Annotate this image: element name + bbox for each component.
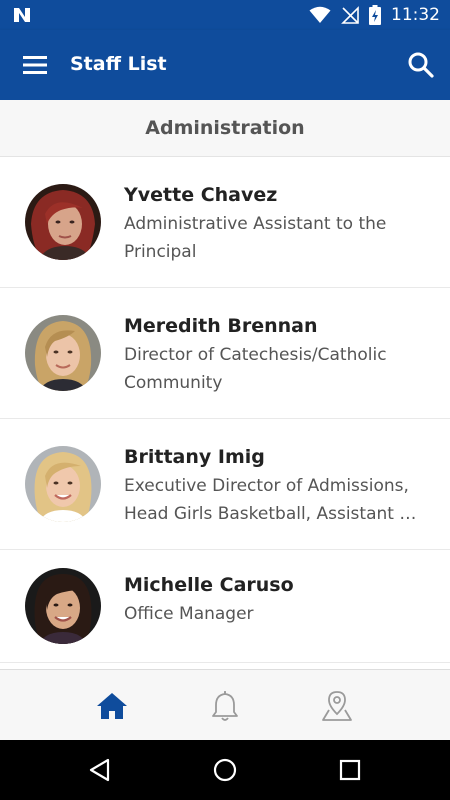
- staff-name: Yvette Chavez: [124, 184, 278, 206]
- bell-icon[interactable]: [207, 688, 243, 724]
- staff-role: Office Manager: [124, 600, 424, 628]
- staff-photo: [25, 315, 101, 391]
- avatar: [25, 446, 101, 522]
- section-header: Administration: [0, 100, 450, 157]
- page-title: Staff List: [70, 53, 167, 75]
- search-icon[interactable]: [406, 50, 436, 80]
- staff-role-line: Community: [124, 373, 223, 393]
- staff-name: Michelle Caruso: [124, 574, 294, 596]
- staff-role: Administrative Assistant to the Principa…: [124, 210, 424, 266]
- avatar: [25, 315, 101, 391]
- staff-role-line: Administrative Assistant to the: [124, 214, 387, 234]
- staff-name: Brittany Imig: [124, 446, 265, 468]
- staff-photo: [25, 568, 101, 644]
- status-bar: 11:32: [0, 0, 450, 30]
- home-circle-icon[interactable]: [211, 756, 239, 784]
- staff-list-screen: 11:32 Staff List Administration Yvette C…: [0, 0, 450, 800]
- wifi-icon: [309, 6, 331, 23]
- notification-n-icon: [14, 8, 30, 22]
- battery-charging-icon: [369, 5, 381, 25]
- avatar: [25, 184, 101, 260]
- map-pin-icon[interactable]: [319, 688, 355, 724]
- staff-row[interactable]: Yvette Chavez Administrative Assistant t…: [0, 157, 450, 288]
- no-sim-icon: [341, 6, 359, 24]
- staff-name: Meredith Brennan: [124, 315, 318, 337]
- staff-role-line: Principal: [124, 242, 197, 262]
- staff-role-line: Office Manager: [124, 604, 254, 624]
- staff-photo: [25, 184, 101, 260]
- menu-icon[interactable]: [20, 51, 50, 79]
- status-icons: 11:32: [309, 0, 440, 30]
- home-icon[interactable]: [94, 688, 130, 724]
- staff-row[interactable]: Michelle Caruso Office Manager: [0, 550, 450, 663]
- back-icon[interactable]: [86, 756, 114, 784]
- staff-role: Director of Catechesis/Catholic Communit…: [124, 341, 424, 397]
- staff-role-line: Head Girls Basketball, Assistant A…: [124, 504, 424, 524]
- staff-row[interactable]: Meredith Brennan Director of Catechesis/…: [0, 288, 450, 419]
- staff-photo: [25, 446, 101, 522]
- staff-row[interactable]: Brittany Imig Executive Director of Admi…: [0, 419, 450, 550]
- status-time: 11:32: [391, 5, 440, 25]
- recents-icon[interactable]: [336, 756, 364, 784]
- bottom-nav: [0, 669, 450, 740]
- staff-role-line: Executive Director of Admissions,: [124, 476, 409, 496]
- staff-role-line: Director of Catechesis/Catholic: [124, 345, 387, 365]
- system-nav-bar: [0, 740, 450, 800]
- app-bar: Staff List: [0, 30, 450, 100]
- staff-role: Executive Director of Admissions, Head G…: [124, 472, 424, 528]
- section-title: Administration: [145, 117, 305, 139]
- staff-list: Yvette Chavez Administrative Assistant t…: [0, 157, 450, 669]
- avatar: [25, 568, 101, 644]
